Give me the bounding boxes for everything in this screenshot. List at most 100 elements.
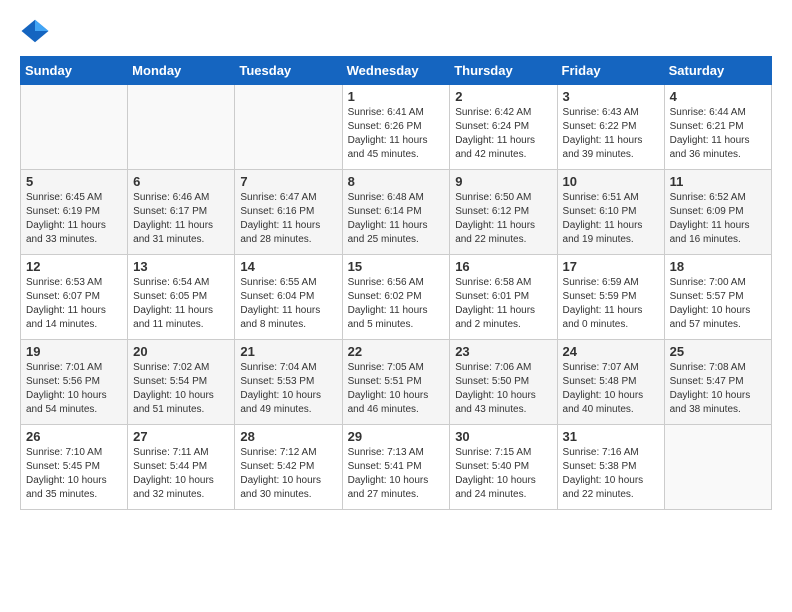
sunset-text: Sunset: 5:42 PM — [240, 460, 336, 474]
day-number: 17 — [563, 259, 659, 274]
day-info: Sunrise: 6:44 AMSunset: 6:21 PMDaylight:… — [670, 106, 766, 162]
sunrise-text: Sunrise: 7:15 AM — [455, 446, 551, 460]
daylight-text: Daylight: 11 hours — [133, 304, 229, 318]
day-number: 8 — [348, 174, 445, 189]
calendar-cell: 7 Sunrise: 6:47 AMSunset: 6:16 PMDaylight… — [235, 170, 342, 255]
day-number: 7 — [240, 174, 336, 189]
day-info: Sunrise: 6:58 AMSunset: 6:01 PMDaylight:… — [455, 276, 551, 332]
calendar-cell: 6Sunrise: 6:46 AMSunset: 6:17 PMDaylight… — [128, 170, 235, 255]
daylight-text: Daylight: 10 hours — [670, 389, 766, 403]
sunset-text: Sunset: 6:14 PM — [348, 205, 445, 219]
sunrise-text: Sunrise: 6:51 AM — [563, 191, 659, 205]
daylight-text: and 39 minutes. — [563, 148, 659, 162]
calendar-cell: 11Sunrise: 6:52 AMSunset: 6:09 PMDayligh… — [664, 170, 771, 255]
sunset-text: Sunset: 6:22 PM — [563, 120, 659, 134]
day-number: 6 — [133, 174, 229, 189]
calendar-cell: 10Sunrise: 6:51 AMSunset: 6:10 PMDayligh… — [557, 170, 664, 255]
sunrise-text: Sunrise: 7:11 AM — [133, 446, 229, 460]
sunrise-text: Sunrise: 6:59 AM — [563, 276, 659, 290]
day-info: Sunrise: 6:59 AMSunset: 5:59 PMDaylight:… — [563, 276, 659, 332]
calendar-table: SundayMondayTuesdayWednesdayThursdayFrid… — [20, 56, 772, 510]
calendar-cell — [664, 425, 771, 510]
day-number: 9 — [455, 174, 551, 189]
day-info: Sunrise: 6:54 AMSunset: 6:05 PMDaylight:… — [133, 276, 229, 332]
sunrise-text: Sunrise: 6:46 AM — [133, 191, 229, 205]
calendar-cell: 13Sunrise: 6:54 AMSunset: 6:05 PMDayligh… — [128, 255, 235, 340]
day-info: Sunrise: 7:08 AMSunset: 5:47 PMDaylight:… — [670, 361, 766, 417]
day-number: 31 — [563, 429, 659, 444]
daylight-text: and 8 minutes. — [240, 318, 336, 332]
day-info: Sunrise: 7:00 AMSunset: 5:57 PMDaylight:… — [670, 276, 766, 332]
daylight-text: and 57 minutes. — [670, 318, 766, 332]
daylight-text: and 0 minutes. — [563, 318, 659, 332]
day-info: Sunrise: 7:04 AMSunset: 5:53 PMDaylight:… — [240, 361, 336, 417]
daylight-text: and 22 minutes. — [455, 233, 551, 247]
calendar-cell: 20Sunrise: 7:02 AMSunset: 5:54 PMDayligh… — [128, 340, 235, 425]
daylight-text: and 38 minutes. — [670, 403, 766, 417]
daylight-text: and 43 minutes. — [455, 403, 551, 417]
daylight-text: Daylight: 10 hours — [455, 389, 551, 403]
sunset-text: Sunset: 6:21 PM — [670, 120, 766, 134]
weekday-header: Tuesday — [235, 57, 342, 85]
sunrise-text: Sunrise: 6:56 AM — [348, 276, 445, 290]
daylight-text: and 16 minutes. — [670, 233, 766, 247]
daylight-text: Daylight: 10 hours — [26, 474, 122, 488]
day-number: 29 — [348, 429, 445, 444]
day-number: 20 — [133, 344, 229, 359]
daylight-text: Daylight: 11 hours — [240, 304, 336, 318]
sunrise-text: Sunrise: 7:13 AM — [348, 446, 445, 460]
sunrise-text: Sunrise: 7:00 AM — [670, 276, 766, 290]
calendar-cell: 5Sunrise: 6:45 AMSunset: 6:19 PMDaylight… — [21, 170, 128, 255]
calendar-cell: 14Sunrise: 6:55 AMSunset: 6:04 PMDayligh… — [235, 255, 342, 340]
day-number: 3 — [563, 89, 659, 104]
sunrise-text: Sunrise: 7:01 AM — [26, 361, 122, 375]
daylight-text: Daylight: 10 hours — [133, 389, 229, 403]
daylight-text: Daylight: 10 hours — [563, 389, 659, 403]
daylight-text: and 51 minutes. — [133, 403, 229, 417]
daylight-text: Daylight: 11 hours — [670, 134, 766, 148]
sunset-text: Sunset: 5:57 PM — [670, 290, 766, 304]
sunrise-text: Sunrise: 6:44 AM — [670, 106, 766, 120]
sunset-text: Sunset: 6:19 PM — [26, 205, 122, 219]
calendar-week-row: 12Sunrise: 6:53 AMSunset: 6:07 PMDayligh… — [21, 255, 772, 340]
daylight-text: Daylight: 11 hours — [455, 134, 551, 148]
daylight-text: Daylight: 10 hours — [455, 474, 551, 488]
sunset-text: Sunset: 5:38 PM — [563, 460, 659, 474]
calendar-week-row: 1Sunrise: 6:41 AMSunset: 6:26 PMDaylight… — [21, 85, 772, 170]
calendar-cell — [235, 85, 342, 170]
sunset-text: Sunset: 6:01 PM — [455, 290, 551, 304]
daylight-text: Daylight: 10 hours — [26, 389, 122, 403]
day-number: 18 — [670, 259, 766, 274]
daylight-text: Daylight: 11 hours — [455, 304, 551, 318]
calendar-cell: 22Sunrise: 7:05 AMSunset: 5:51 PMDayligh… — [342, 340, 450, 425]
day-info: Sunrise: 6:47 AMSunset: 6:16 PMDaylight:… — [240, 191, 336, 247]
daylight-text: and 46 minutes. — [348, 403, 445, 417]
sunset-text: Sunset: 5:40 PM — [455, 460, 551, 474]
sunrise-text: Sunrise: 7:10 AM — [26, 446, 122, 460]
day-number: 22 — [348, 344, 445, 359]
daylight-text: Daylight: 11 hours — [455, 219, 551, 233]
sunset-text: Sunset: 5:56 PM — [26, 375, 122, 389]
daylight-text: and 32 minutes. — [133, 488, 229, 502]
calendar-cell: 17 Sunrise: 6:59 AMSunset: 5:59 PMDayligh… — [557, 255, 664, 340]
sunrise-text: Sunrise: 6:52 AM — [670, 191, 766, 205]
sunset-text: Sunset: 5:53 PM — [240, 375, 336, 389]
calendar-cell: 21Sunrise: 7:04 AMSunset: 5:53 PMDayligh… — [235, 340, 342, 425]
day-info: Sunrise: 6:51 AMSunset: 6:10 PMDaylight:… — [563, 191, 659, 247]
sunset-text: Sunset: 6:04 PM — [240, 290, 336, 304]
daylight-text: and 28 minutes. — [240, 233, 336, 247]
calendar-cell: 15Sunrise: 6:56 AMSunset: 6:02 PMDayligh… — [342, 255, 450, 340]
calendar-cell: 4Sunrise: 6:44 AMSunset: 6:21 PMDaylight… — [664, 85, 771, 170]
daylight-text: Daylight: 11 hours — [133, 219, 229, 233]
calendar-cell: 2Sunrise: 6:42 AMSunset: 6:24 PMDaylight… — [450, 85, 557, 170]
weekday-header: Wednesday — [342, 57, 450, 85]
calendar-cell: 1Sunrise: 6:41 AMSunset: 6:26 PMDaylight… — [342, 85, 450, 170]
sunrise-text: Sunrise: 7:12 AM — [240, 446, 336, 460]
daylight-text: and 5 minutes. — [348, 318, 445, 332]
daylight-text: Daylight: 11 hours — [563, 134, 659, 148]
sunset-text: Sunset: 6:02 PM — [348, 290, 445, 304]
daylight-text: Daylight: 10 hours — [348, 389, 445, 403]
day-number: 25 — [670, 344, 766, 359]
daylight-text: and 42 minutes. — [455, 148, 551, 162]
calendar-week-row: 26Sunrise: 7:10 AMSunset: 5:45 PMDayligh… — [21, 425, 772, 510]
